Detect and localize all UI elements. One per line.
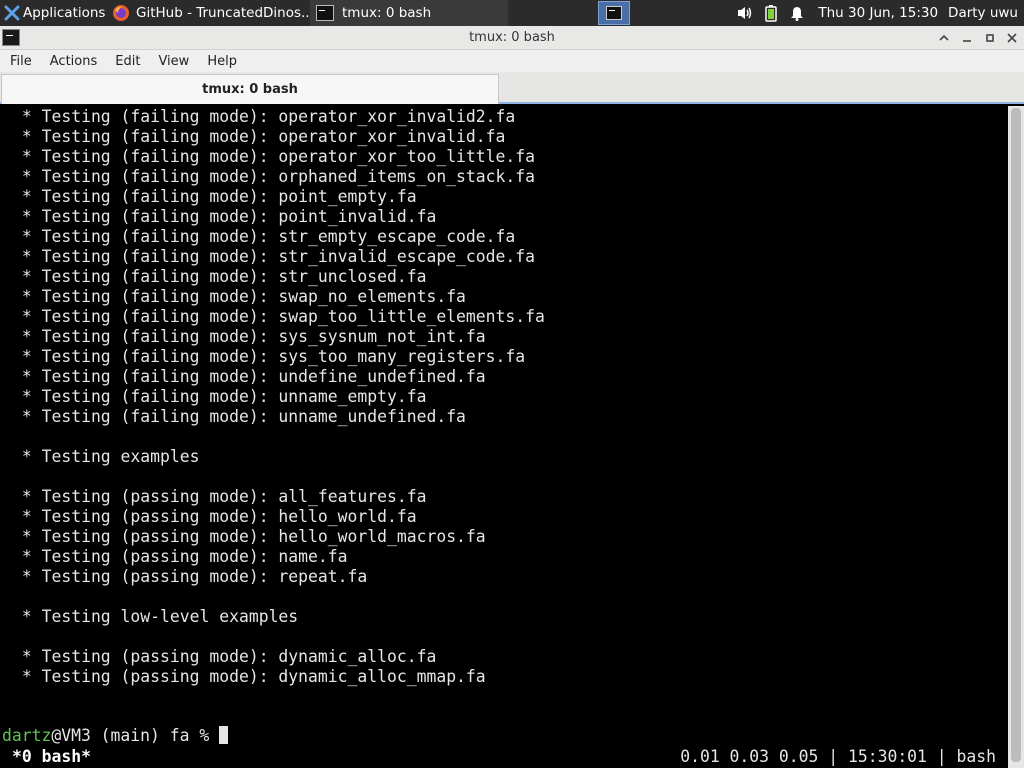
- terminal-scrollbar[interactable]: [1008, 106, 1024, 768]
- minimize-icon: [963, 40, 971, 42]
- tmux-status-info: 0.01 0.03 0.05 | 15:30:01 | bash: [680, 747, 996, 766]
- prompt-host-path: @VM3 (main) fa %: [51, 726, 220, 745]
- terminal-line: * Testing (passing mode): dynamic_alloc_…: [12, 667, 486, 686]
- close-icon: [1007, 33, 1017, 43]
- terminal-output[interactable]: * Testing (failing mode): operator_xor_i…: [0, 106, 1008, 768]
- terminal-line: * Testing (failing mode): swap_too_littl…: [12, 307, 545, 326]
- terminal-line: * Testing (passing mode): hello_world_ma…: [12, 527, 486, 546]
- tmux-status-bar: *0 bash* 0.01 0.03 0.05 | 15:30:01 | bas…: [12, 747, 996, 767]
- terminal-icon: [316, 5, 334, 21]
- user-menu[interactable]: Darty uwu: [948, 5, 1024, 21]
- terminal-line: * Testing (passing mode): name.fa: [12, 547, 348, 566]
- terminal-line: * Testing (failing mode): sys_too_many_r…: [12, 347, 526, 366]
- notification-bell-icon[interactable]: [784, 0, 810, 26]
- terminal-line: * Testing (passing mode): repeat.fa: [12, 567, 368, 586]
- xfce-logo-icon: [4, 5, 20, 21]
- maximize-button[interactable]: [981, 29, 999, 47]
- terminal-line: * Testing (failing mode): sys_sysnum_not…: [12, 327, 486, 346]
- applications-label: Applications: [23, 5, 106, 21]
- terminal-line: * Testing (failing mode): point_invalid.…: [12, 207, 437, 226]
- terminal-line: * Testing (failing mode): str_unclosed.f…: [12, 267, 427, 286]
- window-title: tmux: 0 bash: [469, 30, 555, 45]
- menu-help[interactable]: Help: [197, 54, 245, 69]
- shell-prompt[interactable]: dartz@VM3 (main) fa %: [2, 726, 229, 746]
- volume-icon[interactable]: [732, 0, 758, 26]
- terminal-line: * Testing low-level examples: [12, 607, 299, 626]
- clock[interactable]: Thu 30 Jun, 15:30: [810, 5, 948, 21]
- chevron-up-icon: [939, 34, 949, 41]
- taskbar-firefox-label: GitHub - TruncatedDinos...: [136, 5, 310, 21]
- terminal-line: * Testing (failing mode): operator_xor_t…: [12, 147, 536, 166]
- terminal-line: * Testing (passing mode): dynamic_alloc.…: [12, 647, 437, 666]
- terminal-line: * Testing (failing mode): str_empty_esca…: [12, 227, 516, 246]
- menu-edit[interactable]: Edit: [105, 54, 148, 69]
- menu-view[interactable]: View: [148, 54, 197, 69]
- tab-bar: tmux: 0 bash: [0, 72, 1024, 104]
- applications-menu-button[interactable]: Applications: [0, 0, 108, 26]
- firefox-icon: [112, 4, 130, 22]
- maximize-icon: [986, 34, 994, 42]
- terminal-line: * Testing (failing mode): str_invalid_es…: [12, 247, 536, 266]
- terminal-line: * Testing (failing mode): unname_empty.f…: [12, 387, 427, 406]
- workspace-terminal-button[interactable]: [598, 1, 630, 25]
- tab-tmux-bash[interactable]: tmux: 0 bash: [1, 74, 499, 104]
- system-tray: Thu 30 Jun, 15:30 Darty uwu: [732, 0, 1024, 26]
- terminal-line: * Testing (failing mode): point_empty.fa: [12, 187, 417, 206]
- menubar: File Actions Edit View Help: [0, 50, 1024, 72]
- taskbar-terminal[interactable]: tmux: 0 bash: [310, 0, 508, 26]
- terminal-line: * Testing examples: [12, 447, 200, 466]
- tmux-window-list[interactable]: *0 bash*: [12, 747, 91, 767]
- top-panel: Applications GitHub - TruncatedDinos... …: [0, 0, 1024, 26]
- minimize-button[interactable]: [958, 29, 976, 47]
- terminal-line: * Testing (passing mode): hello_world.fa: [12, 507, 417, 526]
- battery-icon[interactable]: [758, 0, 784, 26]
- terminal-line: * Testing (failing mode): swap_no_elemen…: [12, 287, 466, 306]
- terminal-icon: [606, 6, 622, 20]
- prompt-user: dartz: [2, 726, 52, 745]
- menu-actions[interactable]: Actions: [40, 54, 106, 69]
- taskbar-terminal-label: tmux: 0 bash: [342, 5, 432, 21]
- terminal-line: * Testing (failing mode): orphaned_items…: [12, 167, 536, 186]
- scrollbar-thumb[interactable]: [1011, 108, 1021, 762]
- terminal-line: * Testing (failing mode): operator_xor_i…: [12, 107, 516, 126]
- terminal-line: * Testing (failing mode): unname_undefin…: [12, 407, 466, 426]
- terminal-line: * Testing (failing mode): operator_xor_i…: [12, 127, 506, 146]
- window-titlebar[interactable]: tmux: 0 bash: [0, 26, 1024, 50]
- taskbar-firefox[interactable]: GitHub - TruncatedDinos...: [108, 0, 310, 26]
- shade-button[interactable]: [935, 29, 953, 47]
- close-button[interactable]: [1003, 29, 1021, 47]
- terminal-line: * Testing (passing mode): all_features.f…: [12, 487, 427, 506]
- terminal-line: * Testing (failing mode): undefine_undef…: [12, 367, 486, 386]
- menu-file[interactable]: File: [0, 54, 40, 69]
- text-cursor: [219, 726, 229, 744]
